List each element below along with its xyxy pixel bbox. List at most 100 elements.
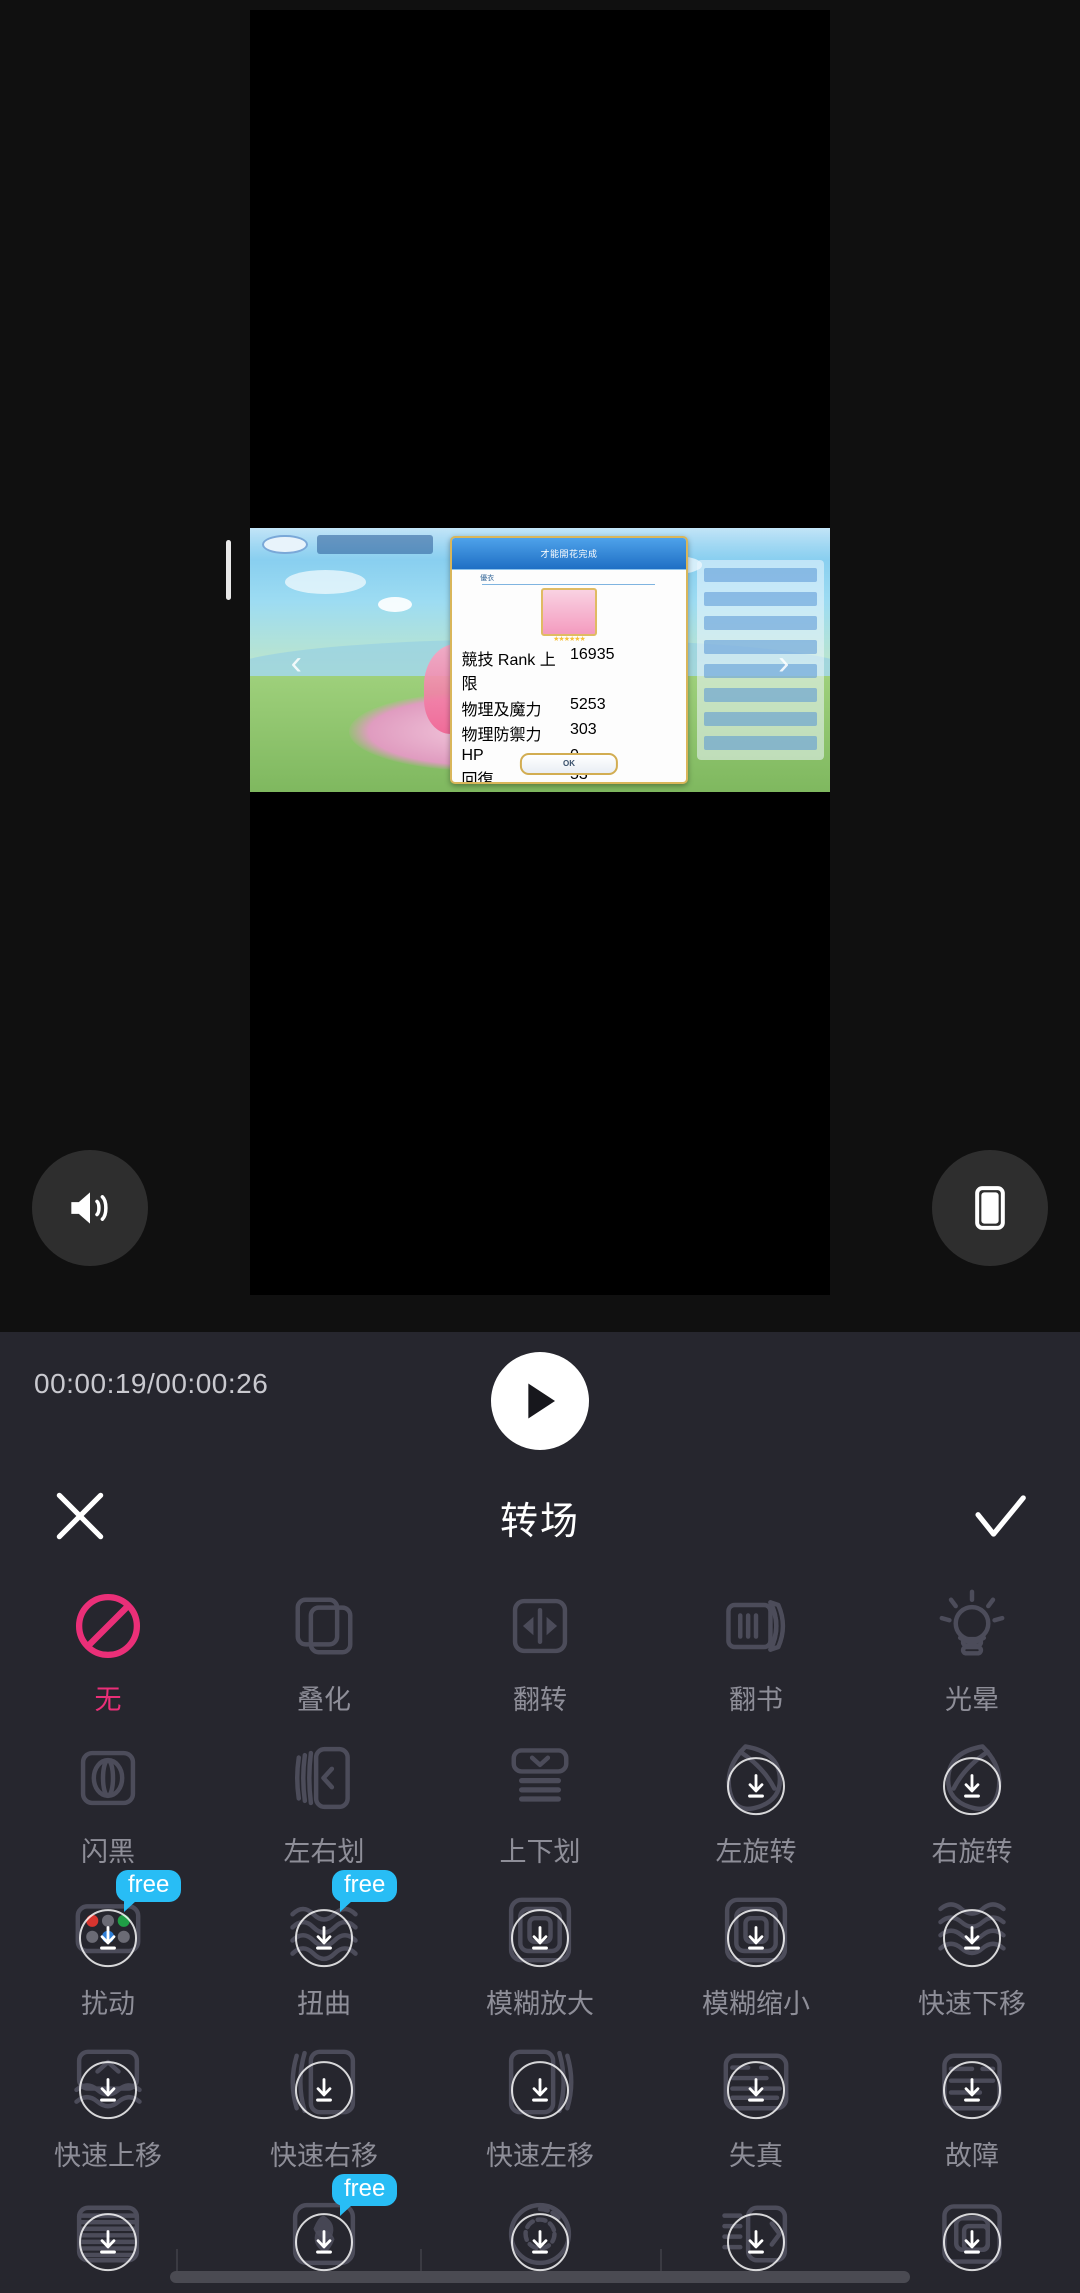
- rotate-right-icon: [930, 1736, 1014, 1820]
- download-badge[interactable]: [727, 1909, 785, 1968]
- game-right-panel: [696, 559, 825, 761]
- download-badge[interactable]: [943, 1757, 1001, 1816]
- transition-item-快速右移[interactable]: 快速右移: [216, 2026, 432, 2178]
- character-portrait: [540, 587, 598, 637]
- download-arrow-icon: [316, 2230, 332, 2254]
- transition-label: 右旋转: [931, 1837, 1013, 1867]
- download-badge[interactable]: [943, 2061, 1001, 2120]
- glitch-distortion-icon: [714, 2040, 798, 2124]
- transition-item-失真[interactable]: 失真: [648, 2026, 864, 2178]
- transition-item-快速下移[interactable]: 快速下移: [864, 1874, 1080, 2026]
- transition-label: 左右划: [283, 1837, 365, 1867]
- transition-label: 故障: [945, 2141, 999, 2171]
- download-arrow-icon: [532, 2230, 548, 2254]
- download-badge[interactable]: [295, 2061, 353, 2120]
- cancel-button[interactable]: [40, 1476, 120, 1556]
- clip-trim-handle[interactable]: [226, 540, 231, 600]
- blur-zoom-out-icon: [714, 1888, 798, 1972]
- download-badge[interactable]: [79, 1909, 137, 1968]
- download-badge[interactable]: [511, 1909, 569, 1968]
- download-badge[interactable]: [727, 1757, 785, 1816]
- transition-item-闪黑[interactable]: 闪黑: [0, 1722, 216, 1874]
- swipe-vertical-icon: [498, 1736, 582, 1820]
- transition-label: 快速右移: [270, 2141, 378, 2171]
- next-arrow-icon[interactable]: ›: [778, 644, 789, 683]
- scanline-icon: [66, 2192, 150, 2276]
- flip-icon: [498, 1584, 582, 1668]
- video-canvas[interactable]: ‹ › 才能開花完成 優衣 ★★★★★★ 競技 Rank 上限 16935 物理及魔…: [250, 10, 830, 1295]
- home-indicator[interactable]: [170, 2271, 910, 2283]
- star-rating: ★★★★★★: [553, 636, 586, 644]
- prev-arrow-icon[interactable]: ‹: [291, 644, 302, 683]
- transition-label: 翻书: [729, 1685, 783, 1715]
- swipe-horizontal-icon: [282, 1736, 366, 1820]
- shutter-icon: free: [282, 2174, 398, 2276]
- transition-item-无[interactable]: 无: [0, 1570, 216, 1722]
- download-badge[interactable]: [943, 2213, 1001, 2272]
- fast-move-down-icon: [930, 1888, 1014, 1972]
- transition-item-翻书[interactable]: 翻书: [648, 1570, 864, 1722]
- confirm-button[interactable]: [960, 1476, 1040, 1556]
- download-badge[interactable]: [727, 2213, 785, 2272]
- speaker-on-icon: [71, 1192, 108, 1224]
- download-badge[interactable]: [79, 2213, 137, 2272]
- transition-item-上下划[interactable]: 上下划: [432, 1722, 648, 1874]
- download-arrow-icon: [532, 2078, 548, 2102]
- download-arrow-icon: [100, 2230, 116, 2254]
- download-badge[interactable]: [511, 2061, 569, 2120]
- download-arrow-icon: [748, 2078, 764, 2102]
- play-button[interactable]: [491, 1352, 589, 1450]
- transition-label: 扰动: [81, 1989, 135, 2019]
- transition-label: 快速下移: [918, 1989, 1026, 2019]
- flash-black-icon: [66, 1736, 150, 1820]
- transition-item-快速上移[interactable]: 快速上移: [0, 2026, 216, 2178]
- download-arrow-icon: [748, 1774, 764, 1798]
- stat-row: 競技 Rank 上限 16935: [461, 646, 615, 694]
- video-editor-screen: ‹ › 才能開花完成 優衣 ★★★★★★ 競技 Rank 上限 16935 物理及魔…: [0, 0, 1080, 2293]
- stat-row: 物理及魔力 5253: [461, 695, 606, 719]
- download-badge[interactable]: [511, 2213, 569, 2272]
- volume-button[interactable]: [32, 1150, 148, 1266]
- download-arrow-icon: [316, 1926, 332, 1950]
- download-badge[interactable]: [727, 2061, 785, 2120]
- page-title: 转场: [499, 1501, 581, 1543]
- transition-item-叠化[interactable]: 叠化: [216, 1570, 432, 1722]
- transition-label: 上下划: [499, 1837, 581, 1867]
- transition-label: 左旋转: [715, 1837, 797, 1867]
- transition-item-光晕[interactable]: 光晕: [864, 1570, 1080, 1722]
- download-arrow-icon: [532, 1926, 548, 1950]
- game-ok-button[interactable]: OK: [519, 752, 619, 775]
- transition-item-模糊放大[interactable]: 模糊放大: [432, 1874, 648, 2026]
- transition-item-扰动[interactable]: free 扰动: [0, 1870, 216, 2026]
- transition-item-快速左移[interactable]: 快速左移: [432, 2026, 648, 2178]
- aspect-ratio-button[interactable]: [932, 1150, 1048, 1266]
- transition-item-左右划[interactable]: 左右划: [216, 1722, 432, 1874]
- download-badge[interactable]: [943, 1909, 1001, 1968]
- transition-label: 叠化: [297, 1685, 351, 1715]
- game-back-button[interactable]: [261, 534, 308, 555]
- download-badge[interactable]: [295, 1909, 353, 1968]
- transition-grid[interactable]: 无 叠化 翻转 翻书 光晕 闪黑 左右划 上下划 左旋转 右旋转 free 扰动 free 扭曲 模糊放大 模…: [0, 1570, 1080, 2293]
- transition-item-扭曲[interactable]: free 扭曲: [216, 1870, 432, 2026]
- transition-item-右旋转[interactable]: 右旋转: [864, 1722, 1080, 1874]
- download-badge[interactable]: [79, 2061, 137, 2120]
- game-modal-dialog: 才能開花完成 優衣 ★★★★★★ 競技 Rank 上限 16935 物理及魔力 525…: [450, 535, 688, 785]
- transition-item-翻转[interactable]: 翻转: [432, 1570, 648, 1722]
- transition-item-左旋转[interactable]: 左旋转: [648, 1722, 864, 1874]
- transition-label: 模糊缩小: [702, 1989, 810, 2019]
- transition-label: 闪黑: [81, 1837, 135, 1867]
- transition-item-模糊缩小[interactable]: 模糊缩小: [648, 1874, 864, 2026]
- close-x-icon: [56, 1492, 104, 1540]
- light-halo-icon: [930, 1584, 1014, 1668]
- transition-item-故障[interactable]: 故障: [864, 2026, 1080, 2178]
- no-transition-icon: [66, 1584, 150, 1668]
- play-icon: [528, 1383, 555, 1419]
- free-badge: free: [332, 1870, 398, 1913]
- time-label: 00:00:19/00:00:26: [34, 1368, 269, 1399]
- download-arrow-icon: [964, 1926, 980, 1950]
- download-badge[interactable]: [295, 2213, 353, 2272]
- transition-label: 快速上移: [54, 2141, 162, 2171]
- divider: [482, 583, 656, 585]
- game-header-label: [316, 534, 433, 555]
- fast-move-left-icon: [498, 2040, 582, 2124]
